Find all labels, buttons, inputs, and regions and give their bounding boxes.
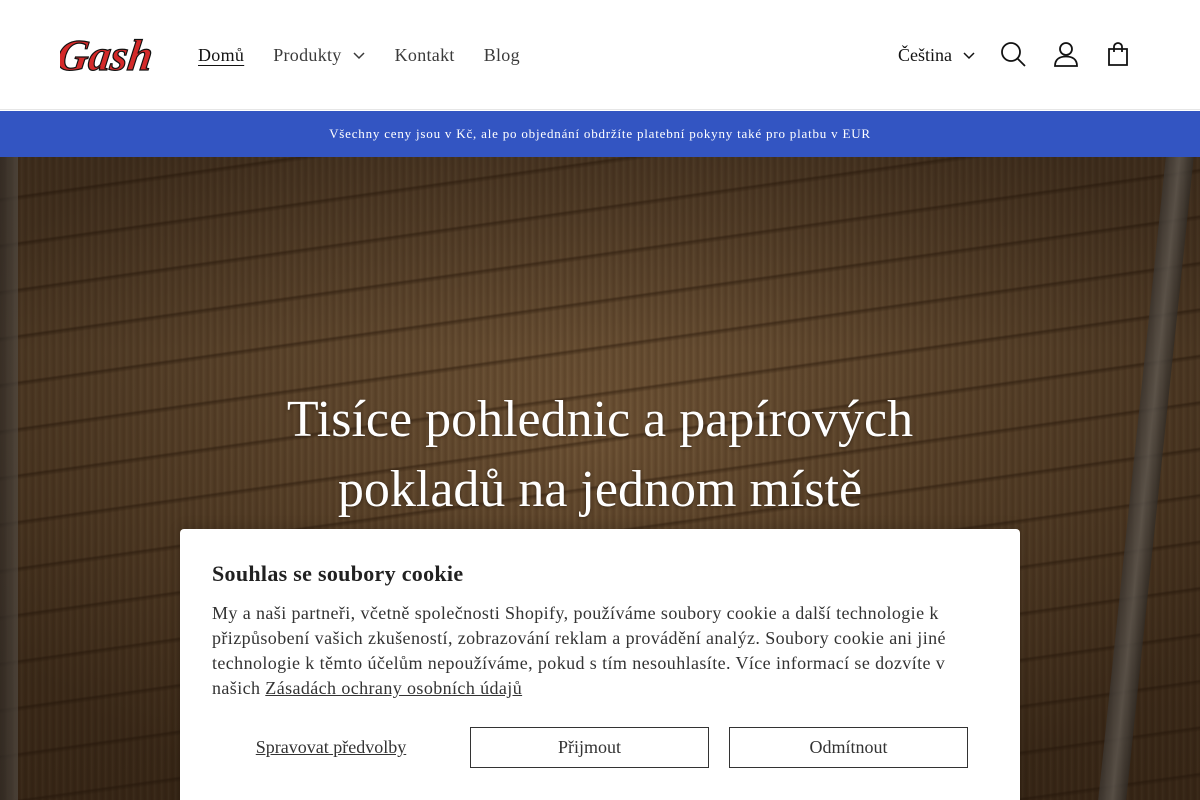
announcement-bar: Všechny ceny jsou v Kč, ale po objednání… bbox=[0, 111, 1200, 157]
cookie-text: My a naši partneři, včetně společnosti S… bbox=[212, 601, 988, 701]
accept-button[interactable]: Přijmout bbox=[470, 727, 709, 768]
cookie-actions: Spravovat předvolby Přijmout Odmítnout bbox=[212, 727, 968, 768]
language-selector[interactable]: Čeština bbox=[898, 42, 976, 68]
gash-logo[interactable]: Gash bbox=[60, 22, 160, 88]
chevron-down-icon bbox=[352, 48, 366, 62]
nav-item-home-label: Domů bbox=[198, 44, 245, 65]
cookie-title: Souhlas se soubory cookie bbox=[212, 561, 464, 586]
site-header: Gash Domů Produkty Kontakt Blog Čeština bbox=[0, 0, 1200, 110]
account-button[interactable] bbox=[1050, 38, 1082, 70]
search-icon bbox=[1001, 42, 1026, 67]
main-nav: Domů Produkty Kontakt Blog bbox=[198, 42, 549, 68]
hero-title: Tisíce pohlednic a papírových pokladů na… bbox=[0, 385, 1200, 525]
hero-title-line2: pokladů na jednom místě bbox=[337, 461, 863, 518]
nav-item-blog[interactable]: Blog bbox=[484, 45, 520, 66]
gash-logo-icon: Gash bbox=[60, 31, 157, 81]
nav-item-blog-label: Blog bbox=[483, 44, 520, 65]
chevron-down-icon bbox=[962, 48, 976, 62]
cookie-consent-dialog: Souhlas se soubory cookie My a naši part… bbox=[180, 529, 1020, 800]
nav-item-products-label: Produkty bbox=[273, 44, 342, 65]
cart-icon bbox=[1108, 42, 1128, 66]
cart-button[interactable] bbox=[1102, 38, 1134, 70]
nav-item-home[interactable]: Domů bbox=[198, 45, 244, 66]
logo-wordmark: Gash bbox=[60, 31, 156, 80]
search-button[interactable] bbox=[997, 38, 1029, 70]
nav-item-contact[interactable]: Kontakt bbox=[395, 45, 455, 66]
decline-button[interactable]: Odmítnout bbox=[729, 727, 968, 768]
language-label: Čeština bbox=[898, 44, 952, 65]
account-icon bbox=[1054, 42, 1078, 67]
privacy-policy-link[interactable]: Zásadách ochrany osobních údajů bbox=[265, 678, 522, 698]
manage-preferences-link[interactable]: Spravovat předvolby bbox=[212, 727, 450, 768]
hero-title-line1: Tisíce pohlednic a papírových bbox=[286, 391, 914, 448]
nav-item-contact-label: Kontakt bbox=[394, 44, 455, 65]
announcement-text: Všechny ceny jsou v Kč, ale po objednání… bbox=[329, 126, 871, 141]
nav-item-products[interactable]: Produkty bbox=[273, 45, 365, 66]
